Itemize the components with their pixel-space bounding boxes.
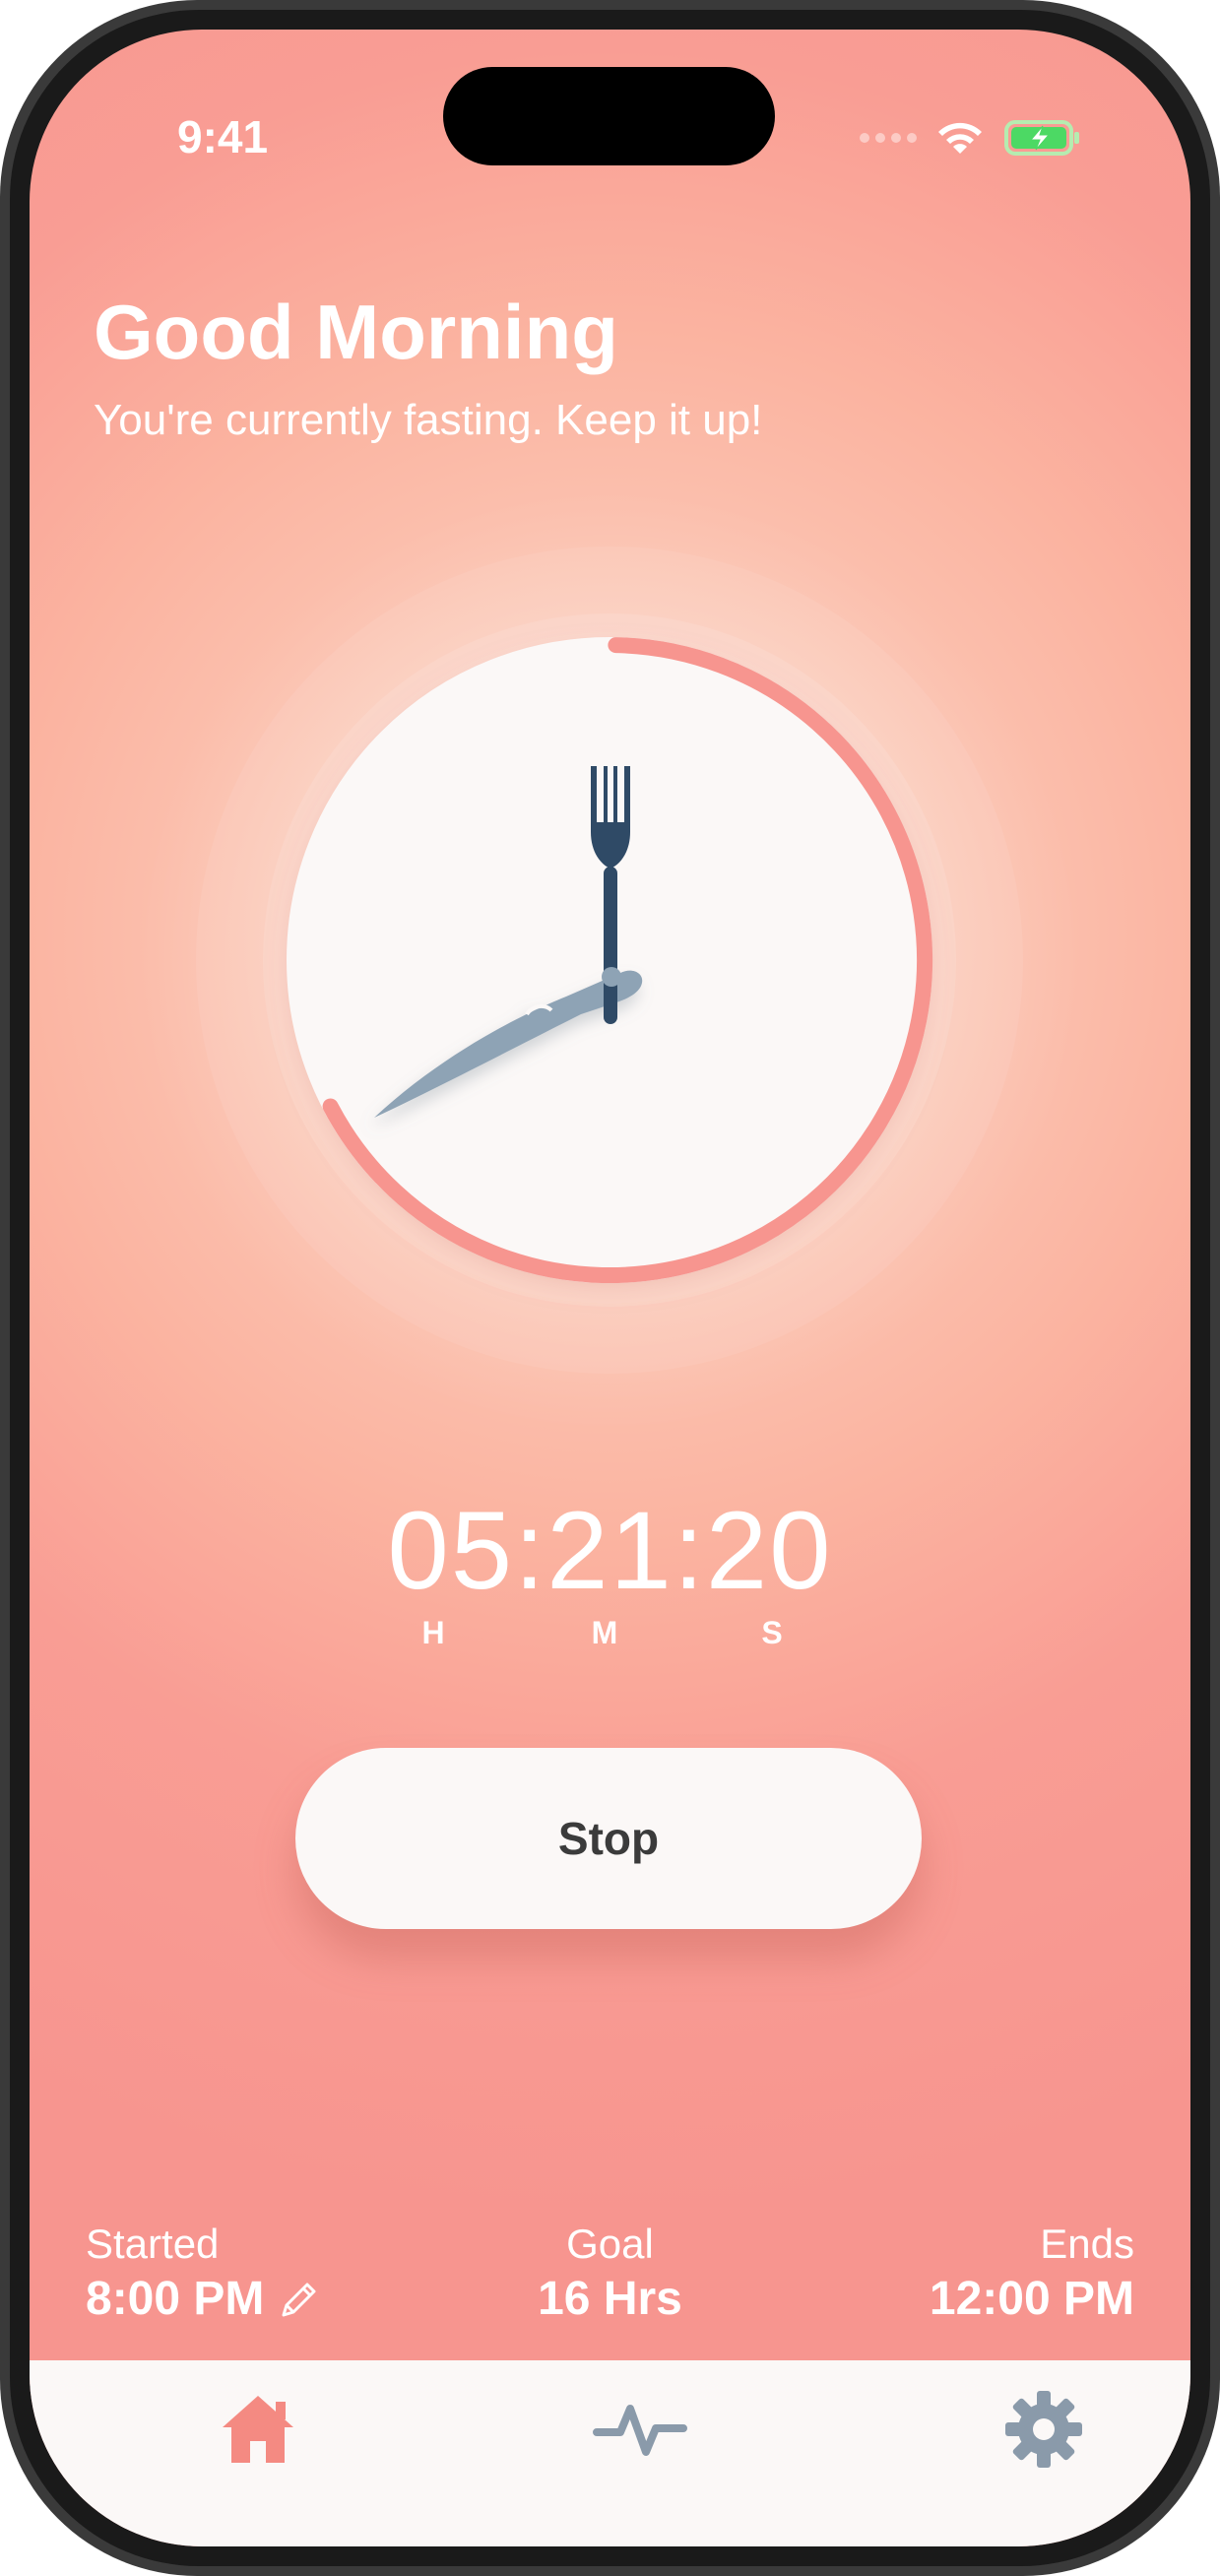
timer-readout: 05:21:20 bbox=[387, 1489, 833, 1612]
minutes-label: M bbox=[591, 1615, 618, 1650]
clock-pivot bbox=[602, 967, 621, 987]
stop-button[interactable]: Stop bbox=[295, 1748, 922, 1929]
ends-info: Ends 12:00 PM bbox=[930, 2221, 1134, 2326]
fasting-clock bbox=[137, 487, 1082, 1433]
activity-icon bbox=[593, 2405, 687, 2456]
ends-value: 12:00 PM bbox=[929, 2273, 1134, 2325]
tab-settings[interactable] bbox=[975, 2360, 1113, 2498]
ends-label: Ends bbox=[1040, 2221, 1134, 2267]
ends-row: 12:00 PM bbox=[930, 2272, 1134, 2326]
tab-bar bbox=[30, 2360, 1190, 2546]
hours-label: H bbox=[421, 1615, 445, 1650]
tab-activity[interactable] bbox=[571, 2360, 709, 2498]
tab-home[interactable] bbox=[189, 2360, 327, 2498]
app-screen: 9:41 Good Morning You're currently fasti… bbox=[30, 30, 1190, 2546]
gear-icon bbox=[1005, 2391, 1082, 2468]
seconds-label: S bbox=[761, 1615, 783, 1650]
home-icon bbox=[223, 2396, 293, 2463]
goal-value: 16 Hrs bbox=[538, 2273, 682, 2325]
